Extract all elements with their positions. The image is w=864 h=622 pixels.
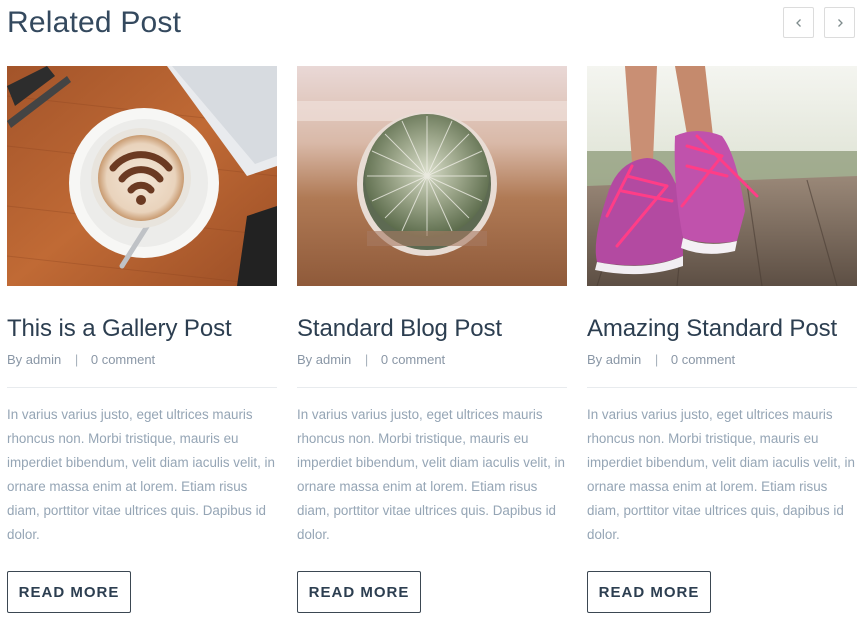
- post-thumbnail-coffee-wifi[interactable]: [7, 66, 277, 286]
- post-card: Standard Blog Post By admin | 0 comment …: [297, 66, 567, 613]
- post-thumbnail-sneakers[interactable]: [587, 66, 857, 286]
- comments-link[interactable]: 0 comment: [671, 352, 735, 367]
- post-excerpt: In varius varius justo, eget ultrices ma…: [7, 407, 275, 542]
- post-excerpt: In varius varius justo, eget ultrices ma…: [297, 407, 565, 542]
- author-link[interactable]: admin: [606, 352, 641, 367]
- divider: [587, 387, 857, 388]
- meta-by: By: [587, 352, 603, 367]
- meta-separator: |: [74, 352, 79, 367]
- read-more-button[interactable]: READ MORE: [297, 571, 421, 613]
- post-card: This is a Gallery Post By admin | 0 comm…: [7, 66, 277, 613]
- read-more-button[interactable]: READ MORE: [7, 571, 131, 613]
- post-title[interactable]: Standard Blog Post: [297, 314, 587, 344]
- carousel-next-button[interactable]: [824, 7, 855, 38]
- author-link[interactable]: admin: [316, 352, 351, 367]
- post-title[interactable]: Amazing Standard Post: [587, 314, 864, 344]
- read-more-button[interactable]: READ MORE: [587, 571, 711, 613]
- meta-by: By: [7, 352, 23, 367]
- post-meta: By admin | 0 comment: [7, 351, 155, 369]
- post-thumbnail-cactus[interactable]: [297, 66, 567, 286]
- post-meta: By admin | 0 comment: [297, 351, 445, 369]
- chevron-right-icon: [837, 18, 843, 27]
- divider: [7, 387, 277, 388]
- chevron-left-icon: [795, 18, 801, 27]
- divider: [297, 387, 567, 388]
- meta-separator: |: [654, 352, 659, 367]
- post-title[interactable]: This is a Gallery Post: [7, 314, 297, 344]
- post-meta: By admin | 0 comment: [587, 351, 735, 369]
- author-link[interactable]: admin: [26, 352, 61, 367]
- meta-by: By: [297, 352, 313, 367]
- meta-separator: |: [364, 352, 369, 367]
- post-card: Amazing Standard Post By admin | 0 comme…: [587, 66, 857, 613]
- section-title: Related Post: [7, 6, 182, 39]
- post-excerpt: In varius varius justo, eget ultrices ma…: [587, 407, 855, 542]
- comments-link[interactable]: 0 comment: [381, 352, 445, 367]
- comments-link[interactable]: 0 comment: [91, 352, 155, 367]
- carousel-prev-button[interactable]: [783, 7, 814, 38]
